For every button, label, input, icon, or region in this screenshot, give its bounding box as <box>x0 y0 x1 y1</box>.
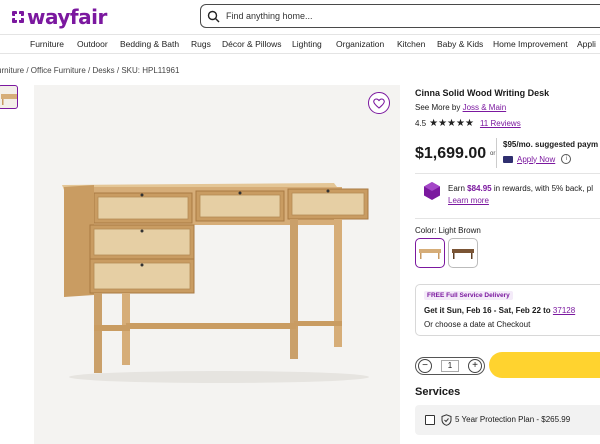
wayfair-logo-icon <box>12 11 24 23</box>
nav-item-rugs[interactable]: Rugs <box>191 39 211 49</box>
choose-date-text: Or choose a date at Checkout <box>424 320 531 329</box>
protection-plan-option[interactable]: 5 Year Protection Plan - $265.99 <box>415 405 600 435</box>
nav-item-kitchen[interactable]: Kitchen <box>397 39 425 49</box>
site-header: wayfair <box>0 0 600 34</box>
rewards-suffix: in rewards, with 5% back <box>491 184 583 193</box>
product-title: Cinna Solid Wood Writing Desk <box>415 88 550 98</box>
see-more-by: See More by Joss & Main <box>415 103 506 112</box>
rewards-prefix: Earn <box>448 184 468 193</box>
nav-item-appliances[interactable]: Appli <box>577 39 596 49</box>
breadcrumb[interactable]: urniture / Office Furniture / Desks / SK… <box>0 66 179 75</box>
divider <box>415 173 600 174</box>
nav-item-outdoor[interactable]: Outdoor <box>77 39 108 49</box>
monthly-payment: $95/mo. suggested paym <box>503 140 599 149</box>
credit-card-icon <box>503 155 513 163</box>
nav-item-decor-pillows[interactable]: Décor & Pillows <box>222 39 282 49</box>
zip-code-link[interactable]: 37128 <box>553 306 575 315</box>
thumbnail-selected[interactable] <box>0 85 18 109</box>
nav-item-baby-kids[interactable]: Baby & Kids <box>437 39 483 49</box>
brand-link[interactable]: Joss & Main <box>463 103 507 112</box>
delivery-dates: Get it Sun, Feb 16 - Sat, Feb 22 to <box>424 306 553 315</box>
payment-divider <box>496 138 497 168</box>
color-swatch-dark-brown[interactable] <box>448 238 478 268</box>
heart-icon <box>373 97 385 109</box>
quantity-input[interactable]: 1 <box>441 360 459 372</box>
free-delivery-badge: FREE Full Service Delivery <box>424 291 513 300</box>
or-label: or <box>490 151 496 157</box>
category-nav: Furniture Outdoor Bedding & Bath Rugs Dé… <box>0 34 600 54</box>
rating-value: 4.5 <box>415 119 427 128</box>
reviews-link[interactable]: 11 Reviews <box>480 119 521 128</box>
favorite-button[interactable] <box>368 92 390 114</box>
increase-quantity-button[interactable]: + <box>468 359 482 373</box>
rating-row: 4.5 ★★★★★ 11 Reviews <box>415 118 521 129</box>
nav-item-furniture[interactable]: Furniture <box>30 39 64 49</box>
wayfair-logo[interactable]: wayfair <box>11 5 107 29</box>
nav-item-organization[interactable]: Organization <box>336 39 384 49</box>
rewards-gem-icon <box>424 182 440 200</box>
nav-item-bedding-bath[interactable]: Bedding & Bath <box>120 39 179 49</box>
logo-text: wayfair <box>27 5 107 29</box>
delivery-estimate: Get it Sun, Feb 16 - Sat, Feb 22 to 3712… <box>424 306 575 315</box>
learn-more-link[interactable]: Learn more <box>448 196 489 205</box>
desk-illustration <box>62 183 369 383</box>
protection-plan-checkbox[interactable] <box>425 415 435 425</box>
search-input[interactable] <box>226 11 526 21</box>
quantity-stepper: − 1 + <box>415 357 485 375</box>
swatch-dark-desk-image <box>452 249 474 259</box>
nav-item-home-improvement[interactable]: Home Improvement <box>493 39 568 49</box>
product-image[interactable] <box>34 85 400 444</box>
rewards-text: Earn $84.95 in rewards, with 5% back, pl <box>448 184 593 193</box>
delivery-box: FREE Full Service Delivery Get it Sun, F… <box>415 284 600 336</box>
star-rating-icon: ★★★★★ <box>429 118 474 129</box>
nav-item-lighting[interactable]: Lighting <box>292 39 322 49</box>
price: $1,699.00 <box>415 145 487 162</box>
thumbnail-desk-image <box>1 94 17 105</box>
decrease-quantity-button[interactable]: − <box>418 359 432 373</box>
divider <box>415 218 600 219</box>
color-swatch-light-brown[interactable] <box>415 238 445 268</box>
info-icon[interactable]: i <box>561 154 572 164</box>
rewards-amount: $84.95 <box>467 184 492 193</box>
apply-now-link[interactable]: Apply Now <box>517 155 555 164</box>
search-icon <box>207 10 220 22</box>
services-heading: Services <box>415 386 461 398</box>
color-label: Color: Light Brown <box>415 226 481 235</box>
see-more-prefix: See More by <box>415 103 463 112</box>
apply-now-row: Apply Now i <box>503 154 572 164</box>
rewards-tail: , pl <box>582 184 593 193</box>
protection-plan-label: 5 Year Protection Plan - $265.99 <box>455 415 571 424</box>
swatch-light-desk-image <box>419 249 441 259</box>
add-to-cart-button[interactable] <box>489 352 600 378</box>
search-bar[interactable] <box>200 4 600 28</box>
shield-check-icon <box>441 414 452 426</box>
